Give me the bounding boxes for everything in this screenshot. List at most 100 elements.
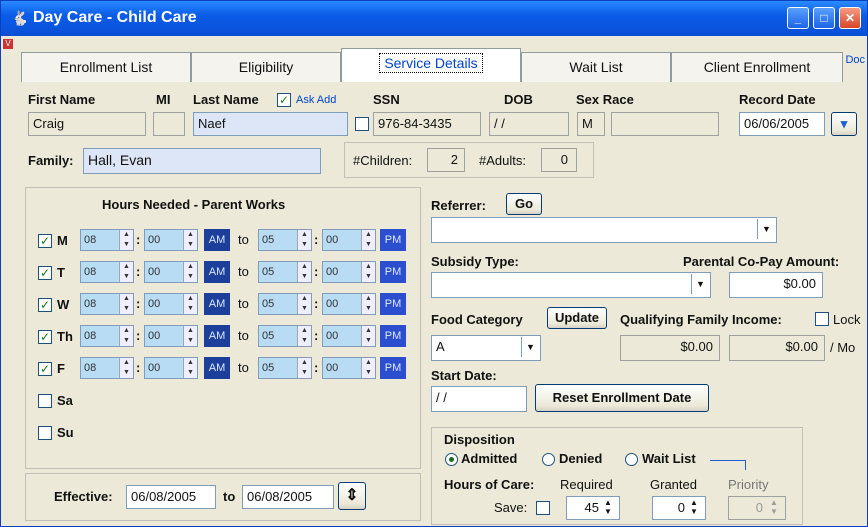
pm-toggle[interactable]: PM xyxy=(380,325,406,347)
referrer-select[interactable]: ▼ xyxy=(431,217,777,243)
end-hour-spinner[interactable]: 05 ▲ ▼ xyxy=(258,325,312,347)
chevron-down-icon: ▼ xyxy=(757,219,775,239)
required-arrows-icon[interactable]: ▲ ▼ xyxy=(604,498,612,516)
income-field-1: $0.00 xyxy=(620,335,720,361)
start-minute-spinner[interactable]: 00 ▲ ▼ xyxy=(144,229,198,251)
pm-toggle[interactable]: PM xyxy=(380,357,406,379)
start-hour-spinner[interactable]: 08 ▲ ▼ xyxy=(80,325,134,347)
ssn-checkbox[interactable] xyxy=(355,117,369,131)
copay-field[interactable]: $0.00 xyxy=(729,272,823,298)
am-toggle[interactable]: AM xyxy=(204,229,230,251)
day-checkbox[interactable]: ✓ xyxy=(38,234,52,248)
end-minute-spinner[interactable]: 00 ▲ ▼ xyxy=(322,357,376,379)
first-name-field[interactable]: Craig xyxy=(28,112,146,136)
granted-label: Granted xyxy=(650,477,697,492)
minimize-button[interactable]: _ xyxy=(787,7,809,29)
ask-add-label: Ask Add xyxy=(296,94,337,106)
spinner-arrows-icon: ▲ ▼ xyxy=(361,294,375,314)
income-field-2: $0.00 xyxy=(729,335,825,361)
effective-to-field[interactable]: 06/08/2005 xyxy=(242,485,334,509)
dob-field[interactable]: / / xyxy=(489,112,569,136)
food-update-button[interactable]: Update xyxy=(547,307,607,329)
doc-link[interactable]: Doc xyxy=(845,54,865,66)
admitted-radio[interactable] xyxy=(445,453,458,466)
tab-eligibility[interactable]: Eligibility xyxy=(191,52,341,82)
effective-stepper-button[interactable]: ⇕ xyxy=(338,482,366,510)
effective-panel: Effective: 06/08/2005 to 06/08/2005 ⇕ xyxy=(25,473,421,521)
spinner-arrows-icon: ▲ ▼ xyxy=(183,230,197,250)
start-minute-spinner[interactable]: 00 ▲ ▼ xyxy=(144,261,198,283)
sex-field[interactable]: M xyxy=(577,112,605,136)
close-button[interactable]: ✕ xyxy=(839,7,861,29)
day-checkbox[interactable] xyxy=(38,426,52,440)
maximize-button[interactable]: □ xyxy=(813,7,835,29)
pm-toggle[interactable]: PM xyxy=(380,229,406,251)
end-minute-spinner[interactable]: 00 ▲ ▼ xyxy=(322,229,376,251)
family-label: Family: xyxy=(28,153,74,168)
ask-add-checkbox[interactable]: ✓ xyxy=(277,93,291,107)
sex-race-label: Sex Race xyxy=(576,92,634,107)
day-checkbox[interactable]: ✓ xyxy=(38,362,52,376)
colon-separator: : xyxy=(314,264,319,279)
record-date-field[interactable]: 06/06/2005 xyxy=(739,112,825,136)
start-hour-spinner[interactable]: 08 ▲ ▼ xyxy=(80,261,134,283)
start-date-label: Start Date: xyxy=(431,368,497,383)
tab-bar: Enrollment List Eligibility Service Deta… xyxy=(1,46,867,84)
spinner-arrows-icon: ▲ ▼ xyxy=(119,230,133,250)
ssn-field[interactable]: 976-84-3435 xyxy=(373,112,481,136)
spinner-arrows-icon: ▲ ▼ xyxy=(361,262,375,282)
end-hour-spinner[interactable]: 05 ▲ ▼ xyxy=(258,229,312,251)
granted-arrows-icon[interactable]: ▲ ▼ xyxy=(690,498,698,516)
denied-radio[interactable] xyxy=(542,453,555,466)
tab-client-enrollment[interactable]: Client Enrollment xyxy=(671,52,843,82)
last-name-field[interactable]: Naef xyxy=(193,112,348,136)
lock-checkbox[interactable] xyxy=(815,312,829,326)
record-date-dropdown[interactable]: ▾ xyxy=(831,112,857,136)
day-checkbox[interactable]: ✓ xyxy=(38,298,52,312)
end-hour-spinner[interactable]: 05 ▲ ▼ xyxy=(258,357,312,379)
pm-toggle[interactable]: PM xyxy=(380,293,406,315)
corner-icon: V xyxy=(3,39,13,49)
start-hour-spinner[interactable]: 08 ▲ ▼ xyxy=(80,357,134,379)
save-checkbox[interactable] xyxy=(536,501,550,515)
start-minute-spinner[interactable]: 00 ▲ ▼ xyxy=(144,293,198,315)
end-minute-spinner[interactable]: 00 ▲ ▼ xyxy=(322,261,376,283)
mi-field[interactable] xyxy=(153,112,185,136)
tab-wait-list[interactable]: Wait List xyxy=(521,52,671,82)
end-minute-spinner[interactable]: 00 ▲ ▼ xyxy=(322,293,376,315)
app-window: 🐇 Day Care - Child Care _ □ ✕ Enrollment… xyxy=(0,0,868,527)
start-date-field[interactable]: / / xyxy=(431,386,527,412)
start-hour-spinner[interactable]: 08 ▲ ▼ xyxy=(80,229,134,251)
day-label: Sa xyxy=(57,393,73,408)
start-minute-spinner[interactable]: 00 ▲ ▼ xyxy=(144,325,198,347)
save-label: Save: xyxy=(494,500,528,515)
race-field[interactable] xyxy=(611,112,719,136)
tab-enrollment-list[interactable]: Enrollment List xyxy=(21,52,191,82)
day-checkbox[interactable] xyxy=(38,394,52,408)
start-hour-spinner[interactable]: 08 ▲ ▼ xyxy=(80,293,134,315)
referrer-go-button[interactable]: Go xyxy=(506,193,542,215)
pm-toggle[interactable]: PM xyxy=(380,261,406,283)
wait-list-radio[interactable] xyxy=(625,453,638,466)
spinner-arrows-icon: ▲ ▼ xyxy=(183,358,197,378)
am-toggle[interactable]: AM xyxy=(204,325,230,347)
family-field[interactable]: Hall, Evan xyxy=(83,148,321,174)
end-hour-spinner[interactable]: 05 ▲ ▼ xyxy=(258,261,312,283)
start-minute-spinner[interactable]: 00 ▲ ▼ xyxy=(144,357,198,379)
day-checkbox[interactable]: ✓ xyxy=(38,330,52,344)
am-toggle[interactable]: AM xyxy=(204,357,230,379)
title-bar: 🐇 Day Care - Child Care _ □ ✕ xyxy=(1,1,867,36)
am-toggle[interactable]: AM xyxy=(204,293,230,315)
reset-enrollment-date-button[interactable]: Reset Enrollment Date xyxy=(535,384,709,412)
food-category-select[interactable]: A ▼ xyxy=(431,335,541,361)
day-checkbox[interactable]: ✓ xyxy=(38,266,52,280)
denied-label: Denied xyxy=(559,451,603,466)
priority-label: Priority xyxy=(728,477,769,492)
effective-from-field[interactable]: 06/08/2005 xyxy=(126,485,216,509)
tab-service-details[interactable]: Service Details xyxy=(341,48,521,82)
subsidy-type-select[interactable]: ▼ xyxy=(431,272,711,298)
spinner-arrows-icon: ▲ ▼ xyxy=(361,230,375,250)
end-hour-spinner[interactable]: 05 ▲ ▼ xyxy=(258,293,312,315)
end-minute-spinner[interactable]: 00 ▲ ▼ xyxy=(322,325,376,347)
am-toggle[interactable]: AM xyxy=(204,261,230,283)
